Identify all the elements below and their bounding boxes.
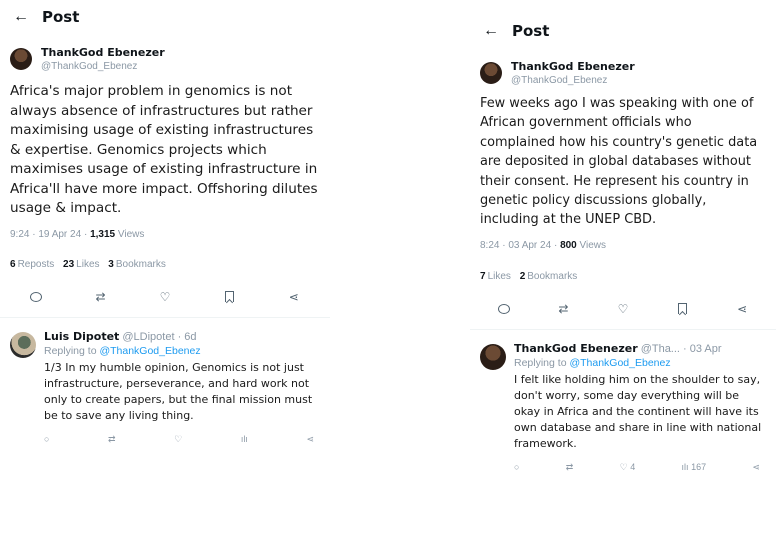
avatar[interactable] bbox=[480, 343, 506, 370]
reply-actions: ○ ⇄ ♡ ılı ⋖ bbox=[44, 434, 320, 445]
reply-like-count: 4 bbox=[630, 461, 636, 472]
bookmark-icon bbox=[224, 291, 234, 302]
reply-handle-time[interactable]: @LDipotet · 6d bbox=[122, 331, 196, 343]
tweet-actions: ⇄ ♡ ⋖ bbox=[470, 299, 776, 319]
bookmarks-count[interactable]: 2 bbox=[520, 271, 526, 282]
bookmarks-label[interactable]: Bookmarks bbox=[527, 271, 577, 282]
share-button[interactable]: ⋖ bbox=[283, 288, 305, 306]
replying-to: Replying to @ThankGod_Ebenez bbox=[44, 344, 201, 357]
likes-label[interactable]: Likes bbox=[488, 271, 511, 282]
avatar[interactable] bbox=[10, 331, 36, 358]
repost-icon: ⇄ bbox=[558, 301, 569, 316]
share-icon[interactable]: ⋖ bbox=[752, 462, 760, 473]
heart-icon: ♡ bbox=[159, 289, 171, 304]
author-name[interactable]: ThankGod Ebenezer bbox=[41, 46, 165, 59]
reply-actions: ○ ⇄ ♡ 4 ılı 167 ⋖ bbox=[514, 462, 766, 473]
repost-button[interactable]: ⇄ bbox=[90, 288, 112, 306]
likes-count[interactable]: 23 bbox=[63, 259, 74, 270]
post-header: ← Post bbox=[0, 0, 330, 34]
avatar[interactable] bbox=[10, 48, 32, 70]
divider bbox=[0, 316, 330, 318]
like-button[interactable]: ♡ 4 bbox=[620, 462, 636, 473]
back-arrow-icon[interactable]: ← bbox=[470, 22, 512, 40]
header-title: Post bbox=[512, 22, 550, 40]
reply-text: 1/3 In my humble opinion, Genomics is no… bbox=[44, 360, 313, 422]
reply-handle-time[interactable]: @Tha... · 03 Apr bbox=[641, 343, 722, 355]
back-arrow-icon[interactable]: ← bbox=[0, 8, 42, 26]
tweet-text: Few weeks ago I was speaking with one of… bbox=[480, 96, 758, 228]
share-icon[interactable]: ⋖ bbox=[306, 434, 314, 445]
tweet-time-date[interactable]: 8:24 · 03 Apr 24 · bbox=[480, 240, 557, 251]
author-name[interactable]: ThankGod Ebenezer bbox=[511, 60, 635, 73]
like-button[interactable]: ♡ bbox=[154, 288, 176, 306]
bookmark-icon bbox=[678, 303, 688, 315]
tweet-stats: 7 Likes 2 Bookmarks bbox=[470, 271, 776, 282]
author-handle[interactable]: @ThankGod_Ebenez bbox=[41, 61, 165, 72]
heart-icon: ♡ bbox=[619, 461, 628, 472]
post-header: ← Post bbox=[470, 14, 776, 48]
tweet-meta: 8:24 · 03 Apr 24 · 800 Views bbox=[470, 240, 776, 251]
views-count: 1,315 bbox=[90, 228, 116, 240]
likes-label[interactable]: Likes bbox=[76, 259, 99, 270]
replying-to-link[interactable]: @ThankGod_Ebenez bbox=[569, 357, 670, 369]
tweet-time-date[interactable]: 9:24 · 19 Apr 24 · bbox=[10, 229, 87, 240]
reply-text: I felt like holding him on the shoulder … bbox=[514, 372, 762, 450]
reply-author-name[interactable]: Luis Dipotet bbox=[44, 330, 119, 343]
reply-author-name[interactable]: ThankGod Ebenezer bbox=[514, 342, 638, 355]
reply-icon bbox=[30, 291, 43, 302]
views-icon[interactable]: ılı bbox=[241, 434, 248, 445]
avatar[interactable] bbox=[480, 62, 502, 84]
repost-button[interactable]: ⇄ bbox=[552, 300, 574, 318]
reply-icon bbox=[497, 303, 510, 314]
replying-to: Replying to @ThankGod_Ebenez bbox=[514, 356, 671, 369]
repost-icon[interactable]: ⇄ bbox=[566, 462, 574, 473]
heart-icon[interactable]: ♡ bbox=[174, 434, 182, 445]
bookmark-button[interactable] bbox=[218, 288, 240, 306]
tweet-actions: ⇄ ♡ ⋖ bbox=[0, 287, 330, 307]
tweet-stats: 6 Reposts 23 Likes 3 Bookmarks bbox=[0, 259, 330, 270]
bookmarks-count[interactable]: 3 bbox=[108, 259, 114, 270]
views-label: Views bbox=[117, 228, 145, 240]
share-icon: ⋖ bbox=[737, 301, 748, 316]
heart-icon: ♡ bbox=[617, 301, 629, 316]
like-button[interactable]: ♡ bbox=[612, 300, 634, 318]
bookmarks-label[interactable]: Bookmarks bbox=[116, 259, 166, 270]
share-button[interactable]: ⋖ bbox=[731, 300, 753, 318]
tweet-author: ThankGod Ebenezer @ThankGod_Ebenez bbox=[0, 46, 330, 72]
reply-tweet[interactable]: Luis Dipotet @LDipotet · 6d Replying to … bbox=[0, 330, 330, 445]
divider bbox=[470, 328, 776, 330]
reply-views-count: 167 bbox=[691, 461, 707, 472]
likes-count[interactable]: 7 bbox=[480, 271, 486, 282]
views-label: Views bbox=[579, 239, 607, 251]
views-count: 800 bbox=[560, 239, 577, 251]
views-button[interactable]: ılı 167 bbox=[682, 462, 707, 473]
bookmark-button[interactable] bbox=[672, 300, 694, 318]
reposts-count[interactable]: 6 bbox=[10, 259, 16, 270]
author-handle[interactable]: @ThankGod_Ebenez bbox=[511, 75, 635, 86]
right-post-panel: ← Post ThankGod Ebenezer @ThankGod_Ebene… bbox=[470, 14, 776, 538]
share-icon: ⋖ bbox=[288, 289, 299, 304]
reply-icon[interactable]: ○ bbox=[514, 462, 519, 473]
header-title: Post bbox=[42, 8, 80, 26]
repost-icon[interactable]: ⇄ bbox=[108, 434, 116, 445]
views-icon: ılı bbox=[681, 461, 689, 472]
repost-icon: ⇄ bbox=[95, 289, 106, 304]
left-post-panel: ← Post ThankGod Ebenezer @ThankGod_Ebene… bbox=[0, 0, 330, 538]
reply-tweet[interactable]: ThankGod Ebenezer @Tha... · 03 Apr Reply… bbox=[470, 342, 776, 473]
reply-button[interactable] bbox=[493, 300, 515, 318]
tweet-text: Africa's major problem in genomics is no… bbox=[10, 83, 318, 216]
replying-to-link[interactable]: @ThankGod_Ebenez bbox=[99, 345, 200, 357]
tweet-author: ThankGod Ebenezer @ThankGod_Ebenez bbox=[470, 60, 776, 86]
reposts-label[interactable]: Reposts bbox=[18, 259, 55, 270]
tweet-meta: 9:24 · 19 Apr 24 · 1,315 Views bbox=[0, 229, 330, 240]
reply-icon[interactable]: ○ bbox=[44, 434, 49, 445]
reply-button[interactable] bbox=[25, 288, 47, 306]
